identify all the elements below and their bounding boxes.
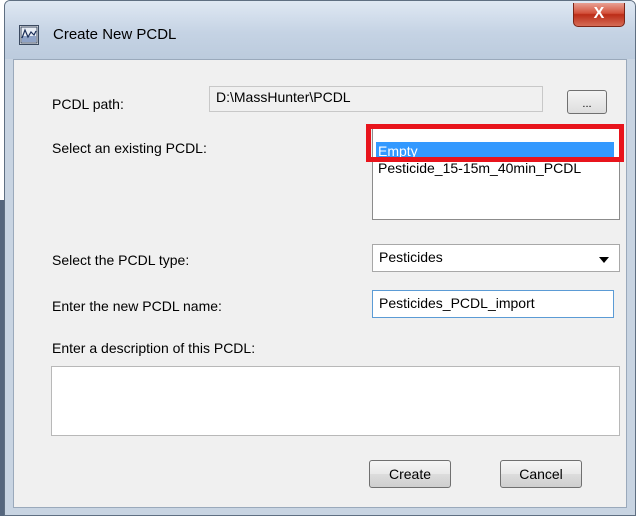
cancel-button[interactable]: Cancel: [500, 460, 582, 488]
pcdl-name-label: Enter the new PCDL name:: [52, 298, 222, 314]
existing-pcdl-label: Select an existing PCDL:: [52, 140, 207, 156]
dropdown-arrow-icon[interactable]: [599, 257, 609, 263]
description-input[interactable]: [51, 366, 620, 436]
close-button[interactable]: X: [573, 3, 625, 27]
pcdl-path-field: D:\MassHunter\PCDL: [209, 86, 543, 112]
create-new-pcdl-dialog: Create New PCDL X PCDL path: D:\MassHunt…: [4, 0, 636, 516]
pcdl-path-label: PCDL path:: [52, 96, 124, 112]
pcdl-type-value: Pesticides: [379, 249, 443, 265]
pcdl-name-input[interactable]: Pesticides_PCDL_import: [372, 290, 614, 318]
app-icon: [19, 25, 39, 45]
pcdl-type-label: Select the PCDL type:: [52, 252, 190, 268]
title-bar: Create New PCDL X: [5, 1, 635, 59]
browse-button[interactable]: ...: [567, 90, 607, 114]
description-label: Enter a description of this PCDL:: [52, 340, 256, 356]
create-button[interactable]: Create: [369, 460, 451, 488]
selection-highlight-box: [366, 124, 624, 162]
pcdl-type-dropdown[interactable]: Pesticides: [372, 244, 620, 272]
dialog-body: PCDL path: D:\MassHunter\PCDL ... Select…: [13, 59, 627, 508]
window-title: Create New PCDL: [53, 26, 177, 43]
